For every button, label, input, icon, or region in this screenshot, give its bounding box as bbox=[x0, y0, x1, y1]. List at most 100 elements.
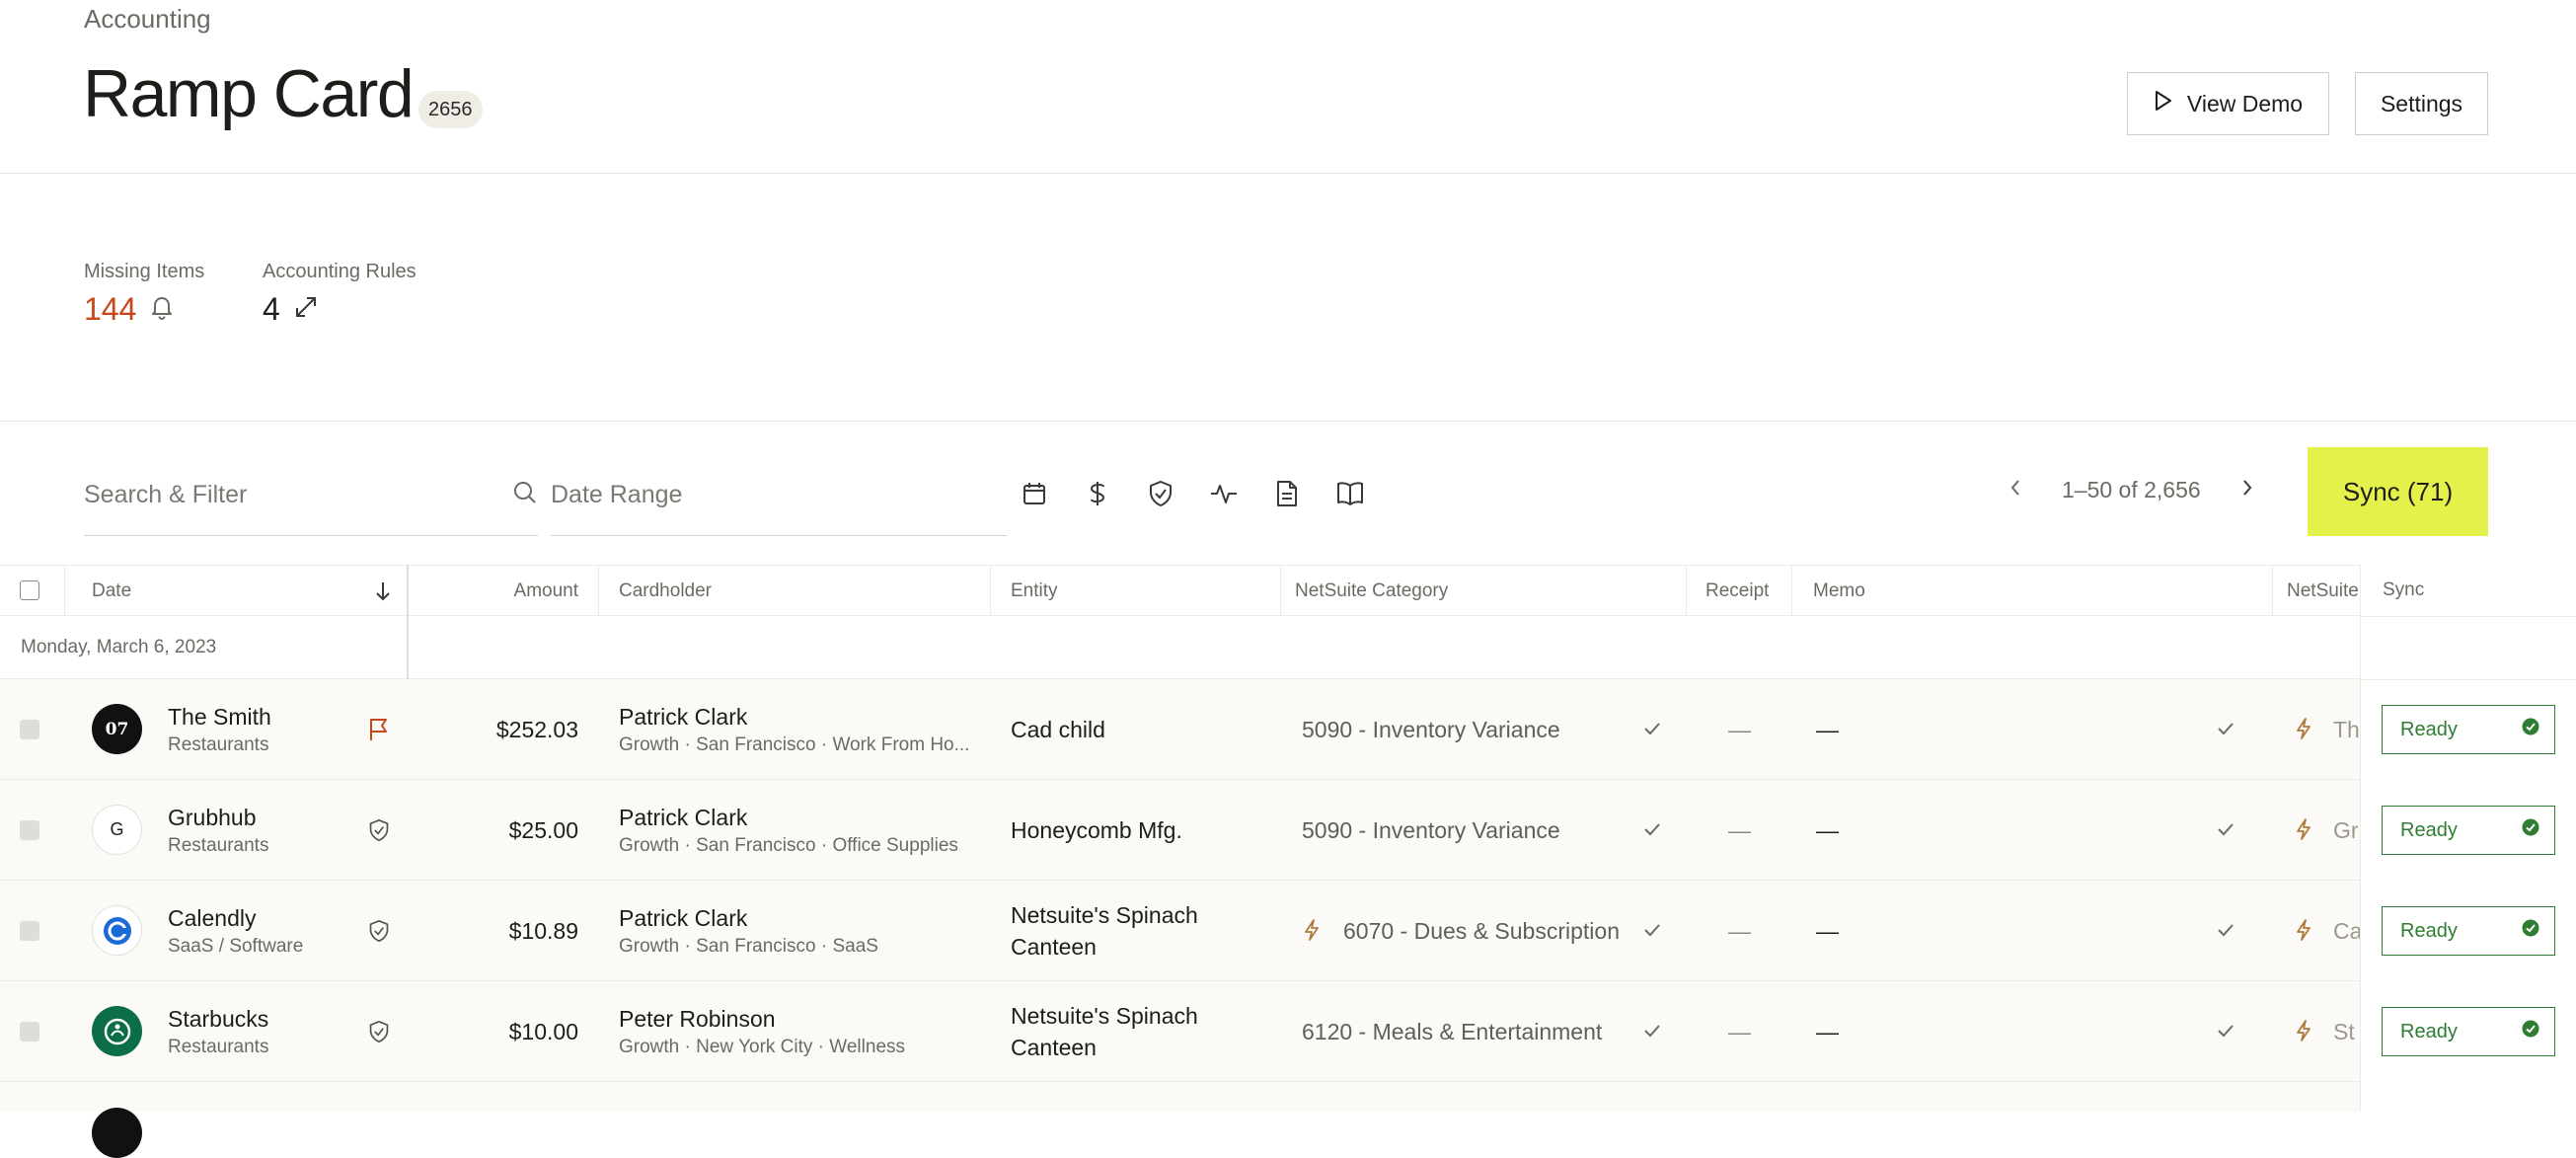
column-divider bbox=[598, 565, 599, 616]
netsuite-category[interactable]: 6120 - Meals & Entertainment bbox=[1302, 1019, 1620, 1045]
merchant-logo bbox=[92, 1006, 142, 1056]
merchant-name: The Smith bbox=[168, 703, 271, 730]
accounting-rules-value: 4 bbox=[263, 291, 280, 327]
entity[interactable]: Netsuite's Spinach Canteen bbox=[1011, 1000, 1248, 1063]
check-icon bbox=[1642, 719, 1662, 743]
bolt-icon bbox=[2295, 817, 2312, 846]
column-header-cardholder[interactable]: Cardholder bbox=[619, 566, 712, 617]
bolt-icon bbox=[2295, 918, 2312, 947]
column-header-sync[interactable]: Sync bbox=[2383, 565, 2424, 616]
memo-value[interactable]: — bbox=[1816, 918, 1856, 945]
calendar-icon[interactable] bbox=[1021, 479, 1048, 508]
select-all-checkbox[interactable] bbox=[20, 580, 39, 600]
accounting-rules-stat[interactable]: Accounting Rules 4 bbox=[263, 261, 417, 328]
amount: $10.00 bbox=[508, 1018, 578, 1044]
page-header: Accounting Ramp Card 2656 View Demo Sett… bbox=[0, 0, 2576, 174]
entity[interactable]: Cad child bbox=[1011, 714, 1248, 745]
bell-icon[interactable] bbox=[150, 294, 174, 325]
table-row[interactable]: G Grubhub Restaurants $25.00 Patrick Cla… bbox=[0, 780, 2576, 881]
column-header-netsuite-category[interactable]: NetSuite Category bbox=[1295, 566, 1448, 617]
receipt-value[interactable]: — bbox=[1728, 1019, 1768, 1045]
search-input[interactable]: Search & Filter bbox=[84, 455, 538, 536]
column-header-date[interactable]: Date bbox=[92, 566, 131, 617]
row-checkbox[interactable] bbox=[20, 921, 39, 941]
column-header-receipt[interactable]: Receipt bbox=[1705, 566, 1769, 617]
column-header-netsuite[interactable]: NetSuite bbox=[2287, 566, 2358, 617]
expand-icon[interactable] bbox=[294, 295, 318, 324]
sync-status-badge[interactable]: Ready bbox=[2382, 906, 2555, 956]
play-icon bbox=[2154, 90, 2173, 117]
date-group-row: Monday, March 6, 2023 bbox=[0, 616, 2576, 679]
date-range-input[interactable]: Date Range bbox=[551, 455, 1007, 536]
pagination: 1–50 of 2,656 bbox=[2008, 477, 2254, 503]
netsuite-value: Th bbox=[2333, 716, 2360, 742]
bolt-icon bbox=[2295, 717, 2312, 745]
receipt-value[interactable]: — bbox=[1728, 717, 1768, 743]
check-circle-icon bbox=[2522, 1020, 2539, 1043]
row-checkbox[interactable] bbox=[20, 1022, 39, 1042]
netsuite-value: St bbox=[2333, 1018, 2355, 1044]
shield-check-icon[interactable] bbox=[368, 918, 390, 949]
stats-panel: Missing Items 144 Accounting Rules 4 bbox=[0, 174, 2576, 422]
merchant-name: Calendly bbox=[168, 904, 257, 931]
column-divider bbox=[2272, 565, 2273, 616]
memo-value[interactable]: — bbox=[1816, 1019, 1856, 1045]
shield-check-icon[interactable] bbox=[368, 817, 390, 848]
row-checkbox[interactable] bbox=[20, 820, 39, 840]
table-row[interactable] bbox=[0, 1082, 2576, 1158]
sync-status-badge[interactable]: Ready bbox=[2382, 806, 2555, 855]
sync-status-badge[interactable]: Ready bbox=[2382, 705, 2555, 754]
merchant-logo: 07 bbox=[92, 704, 142, 754]
column-divider bbox=[990, 565, 991, 616]
merchant-name: Starbucks bbox=[168, 1005, 269, 1032]
check-circle-icon bbox=[2522, 718, 2539, 741]
sort-down-icon[interactable] bbox=[375, 580, 391, 607]
cardholder-name: Peter Robinson bbox=[619, 1005, 776, 1032]
sync-status-badge[interactable]: Ready bbox=[2382, 1007, 2555, 1056]
merchant-logo: G bbox=[92, 805, 142, 855]
amount: $25.00 bbox=[508, 816, 578, 843]
column-header-entity[interactable]: Entity bbox=[1011, 566, 1058, 617]
table-row[interactable]: Starbucks Restaurants $10.00 Peter Robin… bbox=[0, 981, 2576, 1082]
missing-items-stat[interactable]: Missing Items 144 bbox=[84, 261, 204, 328]
document-icon[interactable] bbox=[1273, 479, 1301, 508]
table-row[interactable]: 07 The Smith Restaurants $252.03 Patrick… bbox=[0, 679, 2576, 780]
breadcrumb[interactable]: Accounting bbox=[84, 4, 211, 35]
check-circle-icon bbox=[2522, 818, 2539, 842]
shield-check-icon[interactable] bbox=[1147, 479, 1174, 508]
activity-icon[interactable] bbox=[1210, 479, 1238, 508]
sync-status-label: Ready bbox=[2400, 718, 2458, 740]
view-demo-label: View Demo bbox=[2186, 90, 2304, 116]
row-checkbox[interactable] bbox=[20, 720, 39, 739]
netsuite-category[interactable]: 6070 - Dues & Subscriptions bbox=[1343, 918, 1620, 945]
flag-icon[interactable] bbox=[368, 717, 390, 747]
column-header-memo[interactable]: Memo bbox=[1813, 566, 1865, 617]
column-header-amount[interactable]: Amount bbox=[493, 566, 578, 617]
merchant-logo bbox=[92, 905, 142, 956]
netsuite-category[interactable]: 5090 - Inventory Variance bbox=[1302, 817, 1620, 844]
netsuite-value: Ca bbox=[2333, 917, 2360, 944]
check-icon bbox=[1642, 819, 1662, 844]
search-placeholder: Search & Filter bbox=[84, 481, 248, 508]
filter-toolbar: Search & Filter Date Range 1–50 of 2,656… bbox=[0, 423, 2576, 565]
dollar-icon[interactable] bbox=[1084, 479, 1111, 508]
view-demo-button[interactable]: View Demo bbox=[2127, 72, 2329, 135]
amount: $252.03 bbox=[495, 716, 578, 742]
netsuite-category[interactable]: 5090 - Inventory Variance bbox=[1302, 717, 1620, 743]
entity[interactable]: Netsuite's Spinach Canteen bbox=[1011, 899, 1248, 963]
memo-value[interactable]: — bbox=[1816, 817, 1856, 844]
netsuite-value: Gr bbox=[2333, 816, 2359, 843]
settings-button[interactable]: Settings bbox=[2355, 72, 2488, 135]
receipt-value[interactable]: — bbox=[1728, 918, 1768, 945]
merchant-logo bbox=[92, 1108, 142, 1158]
table-row[interactable]: Calendly SaaS / Software $10.89 Patrick … bbox=[0, 881, 2576, 981]
shield-check-icon[interactable] bbox=[368, 1019, 390, 1049]
chevron-right-icon[interactable] bbox=[2240, 478, 2254, 502]
entity[interactable]: Honeycomb Mfg. bbox=[1011, 814, 1248, 846]
sync-button[interactable]: Sync (71) bbox=[2308, 447, 2488, 536]
receipt-value[interactable]: — bbox=[1728, 817, 1768, 844]
chevron-left-icon[interactable] bbox=[2008, 478, 2022, 502]
pagination-text: 1–50 of 2,656 bbox=[2062, 477, 2201, 502]
book-icon[interactable] bbox=[1336, 479, 1364, 508]
memo-value[interactable]: — bbox=[1816, 717, 1856, 743]
